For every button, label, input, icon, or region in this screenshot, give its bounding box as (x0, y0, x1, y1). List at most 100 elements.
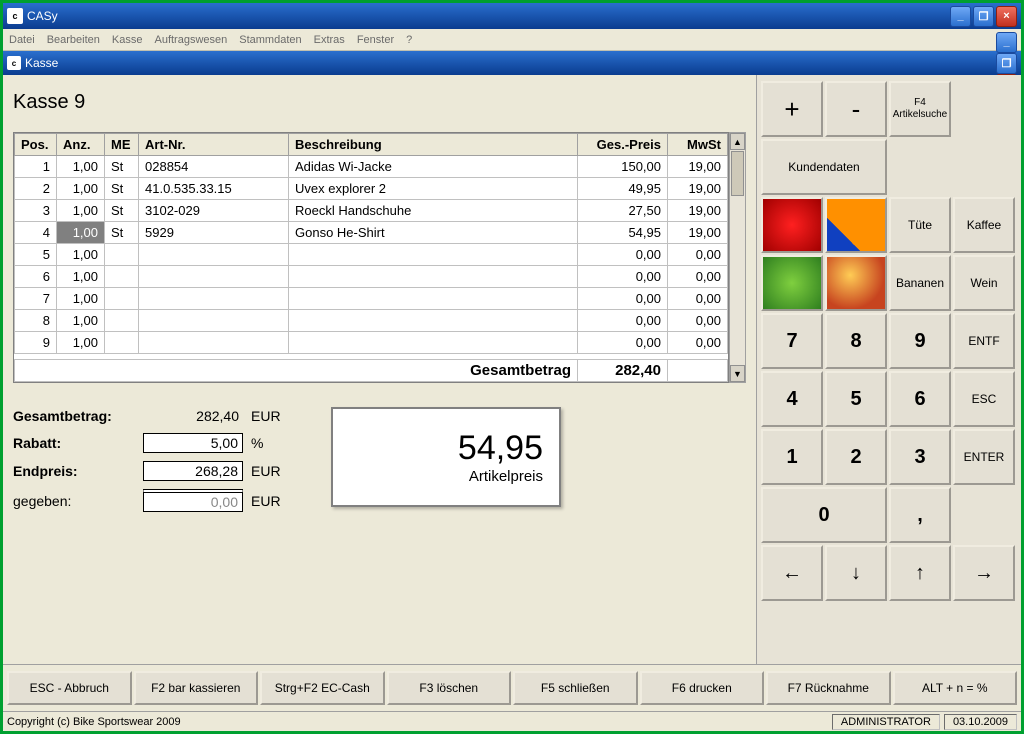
cell-pos[interactable]: 6 (15, 266, 57, 288)
product-apple-button[interactable] (825, 255, 887, 311)
menu-help[interactable]: ? (406, 34, 412, 46)
table-row[interactable]: 11,00St028854Adidas Wi-Jacke150,0019,00 (15, 156, 728, 178)
cell-mwst[interactable]: 19,00 (668, 156, 728, 178)
cell-besch[interactable]: Uvex explorer 2 (289, 178, 578, 200)
wein-button[interactable]: Wein (953, 255, 1015, 311)
kundendaten-button[interactable]: Kundendaten (761, 139, 887, 195)
cell-anz[interactable]: 1,00 (57, 222, 105, 244)
table-row[interactable]: 41,00St5929Gonso He-Shirt54,9519,00 (15, 222, 728, 244)
cell-pos[interactable]: 3 (15, 200, 57, 222)
close-button[interactable]: × (996, 6, 1017, 27)
cell-artnr[interactable]: 41.0.535.33.15 (139, 178, 289, 200)
menu-kasse[interactable]: Kasse (112, 34, 143, 46)
key-enter[interactable]: ENTER (953, 429, 1015, 485)
cell-mwst[interactable]: 0,00 (668, 310, 728, 332)
cell-preis[interactable]: 0,00 (578, 244, 668, 266)
cell-artnr[interactable]: 3102-029 (139, 200, 289, 222)
cell-anz[interactable]: 1,00 (57, 156, 105, 178)
rabatt-input[interactable]: 5,00 (143, 433, 243, 453)
cell-mwst[interactable]: 19,00 (668, 178, 728, 200)
cell-besch[interactable]: Adidas Wi-Jacke (289, 156, 578, 178)
key-entf[interactable]: ENTF (953, 313, 1015, 369)
cell-mwst[interactable]: 19,00 (668, 222, 728, 244)
key-1[interactable]: 1 (761, 429, 823, 485)
menu-auftragswesen[interactable]: Auftragswesen (154, 34, 227, 46)
cell-pos[interactable]: 9 (15, 332, 57, 354)
minus-button[interactable]: - (825, 81, 887, 137)
cell-me[interactable] (105, 332, 139, 354)
table-row[interactable]: 61,00 0,000,00 (15, 266, 728, 288)
bananen-button[interactable]: Bananen (889, 255, 951, 311)
table-row[interactable]: 31,00St3102-029Roeckl Handschuhe27,5019,… (15, 200, 728, 222)
key-9[interactable]: 9 (889, 313, 951, 369)
cell-me[interactable] (105, 244, 139, 266)
cell-preis[interactable]: 0,00 (578, 266, 668, 288)
table-row[interactable]: 51,000,000,00 (15, 244, 728, 266)
cell-artnr[interactable] (139, 244, 289, 266)
table-row[interactable]: 81,000,000,00 (15, 310, 728, 332)
key-4[interactable]: 4 (761, 371, 823, 427)
menu-datei[interactable]: Datei (9, 34, 35, 46)
cell-pos[interactable]: 2 (15, 178, 57, 200)
col-anz[interactable]: Anz. (57, 134, 105, 156)
cell-me[interactable] (105, 266, 139, 288)
col-pos[interactable]: Pos. (15, 134, 57, 156)
cell-me[interactable] (105, 288, 139, 310)
scroll-thumb[interactable] (731, 151, 744, 196)
menu-bearbeiten[interactable]: Bearbeiten (47, 34, 100, 46)
minimize-button[interactable]: _ (950, 6, 971, 27)
cell-preis[interactable]: 0,00 (578, 310, 668, 332)
cell-mwst[interactable]: 0,00 (668, 288, 728, 310)
cell-anz[interactable]: 1,00 (57, 288, 105, 310)
cell-besch[interactable] (289, 266, 578, 288)
key-comma[interactable]: , (889, 487, 951, 543)
product-coke-button[interactable] (761, 197, 823, 253)
cell-anz[interactable]: 1,00 (57, 266, 105, 288)
inner-minimize-button[interactable]: _ (996, 32, 1017, 53)
menu-extras[interactable]: Extras (314, 34, 345, 46)
cell-mwst[interactable]: 0,00 (668, 332, 728, 354)
key-8[interactable]: 8 (825, 313, 887, 369)
cell-preis[interactable]: 0,00 (578, 332, 668, 354)
cell-besch[interactable] (289, 288, 578, 310)
cell-pos[interactable]: 7 (15, 288, 57, 310)
cell-pos[interactable]: 5 (15, 244, 57, 266)
table-row[interactable]: 91,00 0,000,00 (15, 332, 728, 354)
product-salad-button[interactable] (761, 255, 823, 311)
cell-anz[interactable]: 1,00 (57, 200, 105, 222)
menu-stammdaten[interactable]: Stammdaten (239, 34, 301, 46)
f2-bar-button[interactable]: F2 bar kassieren (134, 671, 259, 705)
f7-ruecknahme-button[interactable]: F7 Rücknahme (766, 671, 891, 705)
cell-artnr[interactable]: 5929 (139, 222, 289, 244)
ec-cash-button[interactable]: Strg+F2 EC-Cash (260, 671, 385, 705)
alt-n-button[interactable]: ALT + n = % (893, 671, 1018, 705)
gegeben-input[interactable]: 0,00 (143, 489, 243, 512)
cell-me[interactable]: St (105, 178, 139, 200)
col-mwst[interactable]: MwSt (668, 134, 728, 156)
f3-loeschen-button[interactable]: F3 löschen (387, 671, 512, 705)
scroll-down-icon[interactable]: ▼ (730, 365, 745, 382)
key-up[interactable]: ↑ (889, 545, 951, 601)
cell-mwst[interactable]: 0,00 (668, 244, 728, 266)
key-3[interactable]: 3 (889, 429, 951, 485)
cell-besch[interactable] (289, 244, 578, 266)
cell-preis[interactable]: 49,95 (578, 178, 668, 200)
cell-anz[interactable]: 1,00 (57, 310, 105, 332)
plus-button[interactable]: + (761, 81, 823, 137)
cell-mwst[interactable]: 0,00 (668, 266, 728, 288)
scroll-up-icon[interactable]: ▲ (730, 133, 745, 150)
key-6[interactable]: 6 (889, 371, 951, 427)
cell-me[interactable]: St (105, 156, 139, 178)
cell-pos[interactable]: 1 (15, 156, 57, 178)
col-artnr[interactable]: Art-Nr. (139, 134, 289, 156)
cell-besch[interactable]: Roeckl Handschuhe (289, 200, 578, 222)
key-2[interactable]: 2 (825, 429, 887, 485)
cell-anz[interactable]: 1,00 (57, 332, 105, 354)
cell-pos[interactable]: 4 (15, 222, 57, 244)
key-down[interactable]: ↓ (825, 545, 887, 601)
cell-artnr[interactable] (139, 288, 289, 310)
table-row[interactable]: 21,00St41.0.535.33.15Uvex explorer 249,9… (15, 178, 728, 200)
cell-besch[interactable] (289, 332, 578, 354)
col-me[interactable]: ME (105, 134, 139, 156)
cell-me[interactable]: St (105, 222, 139, 244)
